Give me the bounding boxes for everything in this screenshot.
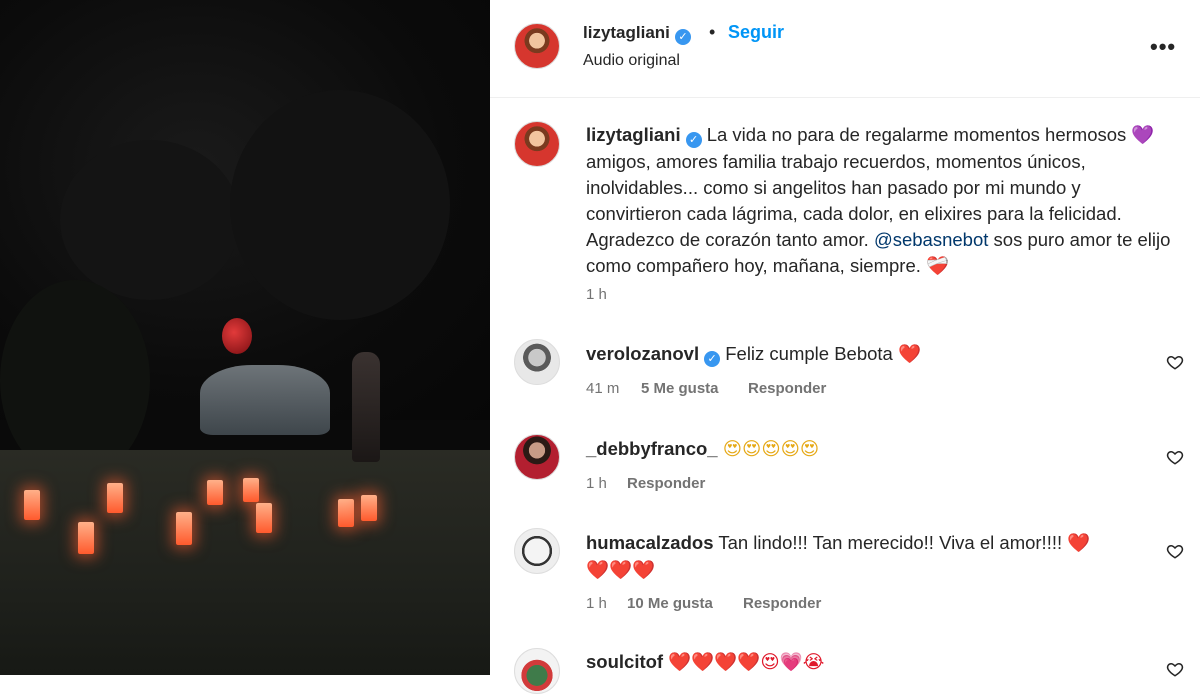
paper-lantern xyxy=(361,495,377,521)
comment-timestamp[interactable]: 41 m xyxy=(586,380,619,397)
post-header: lizytagliani ✓ • Seguir Audio original ••… xyxy=(490,0,1200,98)
comment-username[interactable]: _debbyfranco_ xyxy=(586,438,718,459)
author-username-text[interactable]: lizytagliani xyxy=(583,23,670,42)
mending-heart-icon: ❤️‍🩹 xyxy=(926,256,950,277)
verified-badge-icon: ✓ xyxy=(674,29,691,45)
paper-lantern xyxy=(107,483,123,513)
commenter-avatar[interactable] xyxy=(514,648,560,694)
comment-likes[interactable]: 5 Me gusta xyxy=(641,380,719,397)
comment-likes[interactable]: 10 Me gusta xyxy=(627,595,713,612)
mention-link[interactable]: @sebasnebot xyxy=(874,229,988,250)
comment: humacalzados Tan lindo!!! Tan merecido!!… xyxy=(586,530,1146,584)
post-caption: lizytagliani ✓ La vida no para de regalar… xyxy=(586,122,1176,280)
car-shape xyxy=(200,365,330,435)
heart-eyes-emoji-icon: 😍😍😍😍😍 xyxy=(722,439,820,460)
reply-button[interactable]: Responder xyxy=(743,595,821,612)
paper-lantern xyxy=(256,503,272,533)
more-options-icon[interactable]: ••• xyxy=(1150,34,1176,60)
comment-username[interactable]: soulcitof xyxy=(586,651,663,672)
author-avatar[interactable] xyxy=(514,23,560,69)
separator-dot: • xyxy=(709,22,716,42)
paper-lantern xyxy=(78,522,94,554)
emoji-hearts-icon: ❤️❤️❤️❤️😍💗😭 xyxy=(668,652,825,673)
reply-button[interactable]: Responder xyxy=(627,475,705,492)
red-hearts-icon: ❤️❤️❤️ xyxy=(586,560,656,581)
author-username[interactable]: lizytagliani ✓ xyxy=(583,23,691,45)
heart-outline-icon[interactable] xyxy=(1166,448,1184,466)
commenter-avatar[interactable] xyxy=(514,434,560,480)
caption-author-avatar[interactable] xyxy=(514,121,560,167)
comment-text: Feliz cumple Bebota xyxy=(725,343,893,364)
red-heart-icon: ❤️ xyxy=(1067,533,1091,554)
post-video[interactable] xyxy=(0,0,490,675)
person-silhouette xyxy=(352,352,380,462)
paper-lantern xyxy=(243,478,259,502)
heart-outline-icon[interactable] xyxy=(1166,353,1184,371)
verified-badge-icon: ✓ xyxy=(685,132,702,148)
tree-silhouette xyxy=(230,90,450,320)
comment-username[interactable]: verolozanovl xyxy=(586,343,699,364)
caption-username[interactable]: lizytagliani xyxy=(586,124,681,145)
comment-timestamp[interactable]: 1 h xyxy=(586,475,607,492)
red-heart-icon: ❤️ xyxy=(898,344,922,365)
verified-badge-icon: ✓ xyxy=(704,351,721,367)
purple-heart-icon: 💜 xyxy=(1131,125,1155,146)
balloon xyxy=(222,318,252,354)
reply-button[interactable]: Responder xyxy=(748,380,826,397)
comment: _debbyfranco_ 😍😍😍😍😍 xyxy=(586,436,819,463)
heart-outline-icon[interactable] xyxy=(1166,660,1184,678)
follow-button[interactable]: Seguir xyxy=(728,22,784,43)
paper-lantern xyxy=(24,490,40,520)
paper-lantern xyxy=(176,512,192,545)
post-details-panel: lizytagliani ✓ • Seguir Audio original ••… xyxy=(490,0,1200,694)
heart-outline-icon[interactable] xyxy=(1166,542,1184,560)
commenter-avatar[interactable] xyxy=(514,528,560,574)
paper-lantern xyxy=(207,480,223,505)
comment-timestamp[interactable]: 1 h xyxy=(586,595,607,612)
caption-text-1: La vida no para de regalarme momentos he… xyxy=(706,124,1127,145)
audio-link[interactable]: Audio original xyxy=(583,52,680,70)
comment-username[interactable]: humacalzados xyxy=(586,532,714,553)
caption-timestamp[interactable]: 1 h xyxy=(586,286,607,303)
comment: verolozanovl ✓ Feliz cumple Bebota ❤️ xyxy=(586,341,921,368)
tree-silhouette xyxy=(60,140,240,300)
commenter-avatar[interactable] xyxy=(514,339,560,385)
comment: soulcitof ❤️❤️❤️❤️😍💗😭 xyxy=(586,649,824,676)
comment-text: Tan lindo!!! Tan merecido!! Viva el amor… xyxy=(718,532,1063,553)
video-frame xyxy=(0,0,490,675)
paper-lantern xyxy=(338,499,354,527)
